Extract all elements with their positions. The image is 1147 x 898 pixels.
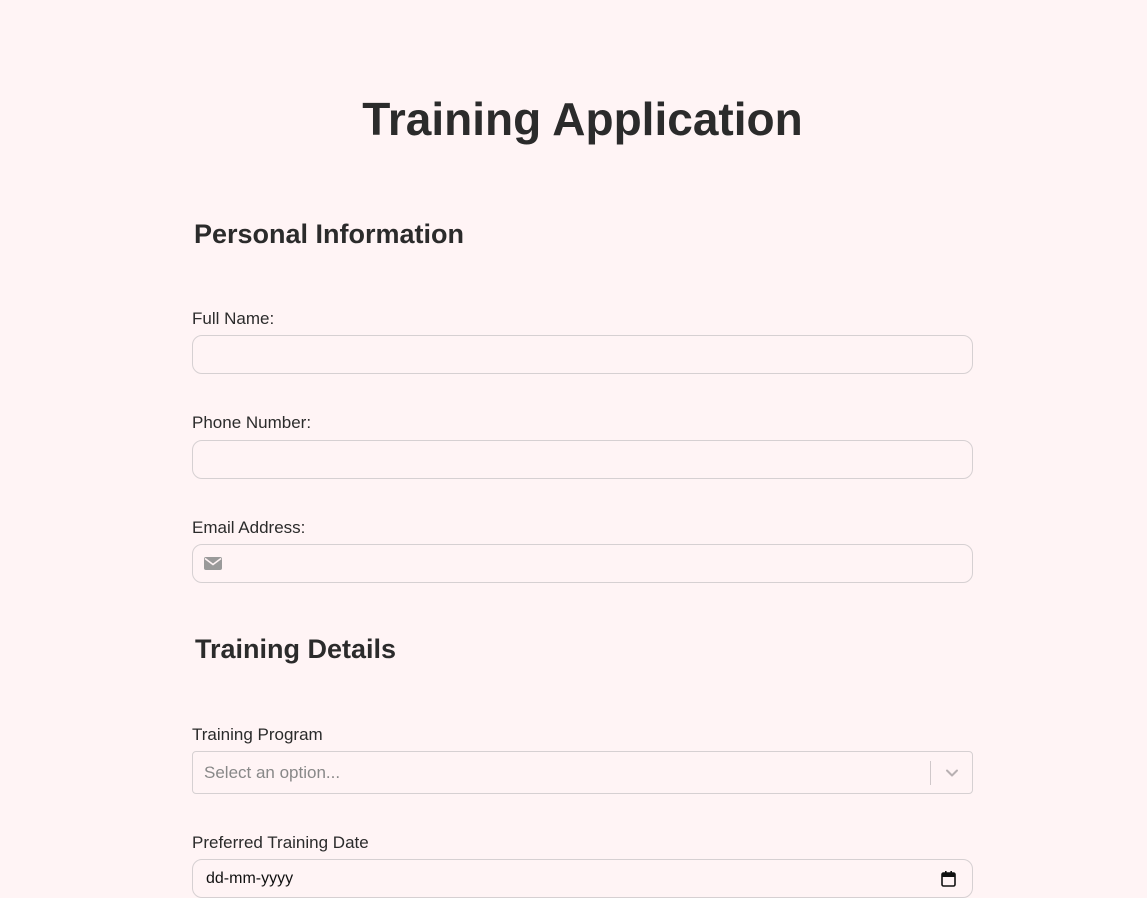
envelope-icon [204,557,222,570]
preferred-training-date-label: Preferred Training Date [192,833,369,852]
full-name-label: Full Name: [192,309,275,328]
preferred-training-date-input[interactable]: dd-mm-yyyy [192,859,973,898]
email-input[interactable] [231,545,970,584]
calendar-icon[interactable] [941,871,956,887]
email-field[interactable] [192,544,973,584]
select-separator [930,761,931,785]
phone-number-input[interactable] [192,440,973,479]
training-program-label: Training Program [192,725,323,744]
training-program-select[interactable]: Select an option... [192,751,973,794]
training-program-placeholder: Select an option... [204,763,341,782]
training-details-heading: Training Details [195,634,397,664]
phone-number-label: Phone Number: [192,413,312,432]
chevron-down-icon[interactable] [945,766,959,780]
page-title: Training Application [362,93,803,145]
full-name-input[interactable] [192,335,973,374]
date-placeholder: dd-mm-yyyy [206,870,294,887]
training-application-page: Training Application Personal Informatio… [0,0,1147,898]
personal-information-heading: Personal Information [194,219,465,249]
email-address-label: Email Address: [192,518,306,537]
